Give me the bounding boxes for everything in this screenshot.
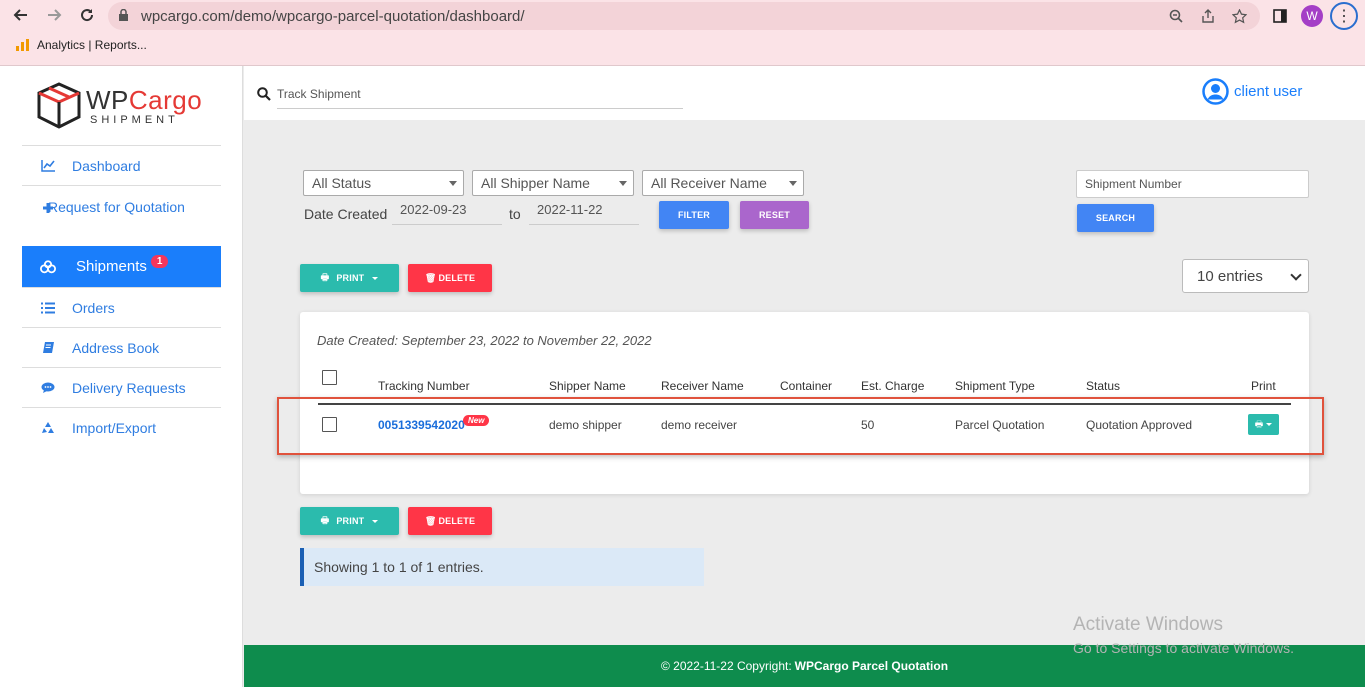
activate-windows-subtitle: Go to Settings to activate Windows. bbox=[1073, 640, 1294, 656]
book-icon bbox=[40, 340, 56, 356]
sidebar-item-shipments[interactable]: Shipments 1 bbox=[22, 246, 221, 287]
print-button-bottom[interactable]: 🖶 PRINT bbox=[300, 507, 399, 535]
table-caption: Date Created: September 23, 2022 to Nove… bbox=[317, 333, 652, 348]
tracking-number-link[interactable]: 0051339542020 bbox=[378, 418, 465, 432]
header-tracking-number[interactable]: Tracking Number bbox=[378, 379, 470, 393]
header-divider bbox=[318, 403, 1291, 405]
user-circle-icon bbox=[1202, 78, 1229, 105]
caret-down-icon bbox=[1266, 423, 1273, 426]
sidebar-item-address-book[interactable]: Address Book bbox=[22, 327, 221, 367]
share-icon[interactable] bbox=[1199, 7, 1217, 25]
delete-button-bottom[interactable]: 🗑 DELETE bbox=[408, 507, 492, 535]
recycle-icon bbox=[40, 420, 56, 436]
trash-icon: 🗑 bbox=[424, 515, 437, 526]
lock-icon bbox=[119, 9, 128, 21]
new-badge: New bbox=[463, 415, 490, 426]
header-container[interactable]: Container bbox=[780, 379, 832, 393]
sidebar-item-delivery-requests[interactable]: Delivery Requests bbox=[22, 367, 221, 407]
receiver-select[interactable]: All Receiver Name bbox=[642, 170, 804, 196]
caret-down-icon bbox=[372, 519, 379, 523]
caret-down-icon bbox=[372, 276, 379, 280]
footer-brand[interactable]: WPCargo Parcel Quotation bbox=[795, 659, 948, 673]
zoom-icon[interactable] bbox=[1167, 7, 1185, 25]
status-select[interactable]: All Status bbox=[303, 170, 464, 196]
select-all-checkbox[interactable] bbox=[322, 370, 337, 385]
sidebar-menu: Dashboard Request for Quotation Shipment… bbox=[22, 145, 221, 447]
date-from-input[interactable]: 2022-09-23 bbox=[392, 200, 502, 225]
trash-icon: 🗑 bbox=[424, 272, 437, 283]
date-created-label: Date Created bbox=[304, 206, 388, 222]
cubes-icon bbox=[40, 259, 56, 275]
cell-receiver: demo receiver bbox=[661, 418, 738, 432]
header-shipper-name[interactable]: Shipper Name bbox=[549, 379, 626, 393]
shipper-select[interactable]: All Shipper Name bbox=[472, 170, 634, 196]
menu-kebab-icon[interactable]: ⋮ bbox=[1330, 2, 1358, 30]
footer-copyright: © 2022-11-22 Copyright: bbox=[660, 659, 792, 673]
printer-icon: 🖶 bbox=[1254, 418, 1264, 429]
header-print: Print bbox=[1251, 379, 1276, 393]
sidebar: WPCargo SHIPMENT Dashboard Request for Q… bbox=[0, 66, 243, 687]
back-icon[interactable] bbox=[10, 4, 32, 26]
shipments-table-card: Date Created: September 23, 2022 to Nove… bbox=[300, 312, 1309, 494]
analytics-icon bbox=[16, 39, 29, 51]
row-checkbox[interactable] bbox=[322, 417, 337, 432]
box-logo-icon bbox=[37, 82, 81, 129]
star-icon[interactable] bbox=[1230, 7, 1248, 25]
header-receiver-name[interactable]: Receiver Name bbox=[661, 379, 744, 393]
sidebar-item-orders[interactable]: Orders bbox=[22, 287, 221, 327]
cell-status: Quotation Approved bbox=[1086, 418, 1193, 432]
sidebar-item-dashboard[interactable]: Dashboard bbox=[22, 145, 221, 185]
to-label: to bbox=[509, 206, 521, 222]
user-name: client user bbox=[1234, 83, 1303, 100]
chevron-down-icon bbox=[1290, 269, 1302, 281]
header-status[interactable]: Status bbox=[1086, 379, 1120, 393]
cell-shipper: demo shipper bbox=[549, 418, 622, 432]
search-icon bbox=[257, 87, 271, 101]
logo-wp: WP bbox=[86, 85, 129, 115]
entries-select[interactable]: 10 entries bbox=[1182, 259, 1309, 293]
header-est-charge[interactable]: Est. Charge bbox=[861, 379, 924, 393]
shipments-count-badge: 1 bbox=[150, 255, 169, 268]
printer-icon: 🖶 bbox=[320, 272, 330, 282]
line-chart-icon bbox=[40, 158, 56, 174]
wpcargo-logo[interactable]: WPCargo SHIPMENT bbox=[36, 81, 211, 131]
header-shipment-type[interactable]: Shipment Type bbox=[955, 379, 1035, 393]
caret-down-icon bbox=[449, 181, 457, 186]
logo-subtitle: SHIPMENT bbox=[90, 114, 179, 126]
bookmark-analytics[interactable]: Analytics | Reports... bbox=[16, 38, 147, 52]
row-print-button[interactable]: 🖶 bbox=[1248, 414, 1279, 435]
caret-down-icon bbox=[619, 181, 627, 186]
print-button-top[interactable]: 🖶 PRINT bbox=[300, 264, 399, 292]
filter-button[interactable]: FILTER bbox=[659, 201, 729, 229]
topbar: client user bbox=[244, 66, 1365, 120]
address-bar[interactable]: wpcargo.com/demo/wpcargo-parcel-quotatio… bbox=[108, 2, 1260, 30]
reload-icon[interactable] bbox=[76, 4, 98, 26]
sidebar-item-import-export[interactable]: Import/Export bbox=[22, 407, 221, 447]
sidebar-item-request-quotation[interactable]: Request for Quotation bbox=[22, 185, 221, 246]
user-menu[interactable]: client user bbox=[1202, 78, 1302, 105]
date-to-input[interactable]: 2022-11-22 bbox=[529, 200, 639, 225]
delete-button-top[interactable]: 🗑 DELETE bbox=[408, 264, 492, 292]
url-text: wpcargo.com/demo/wpcargo-parcel-quotatio… bbox=[141, 8, 525, 25]
reset-button[interactable]: RESET bbox=[740, 201, 809, 229]
logo-cargo: Cargo bbox=[128, 85, 203, 115]
cell-charge: 50 bbox=[861, 418, 875, 432]
list-icon bbox=[40, 300, 56, 316]
sidepanel-icon[interactable] bbox=[1269, 5, 1291, 27]
forward-icon[interactable] bbox=[43, 4, 65, 26]
shipment-number-input[interactable]: Shipment Number bbox=[1076, 170, 1309, 198]
entries-info: Showing 1 to 1 of 1 entries. bbox=[300, 548, 704, 586]
caret-down-icon bbox=[789, 181, 797, 186]
printer-icon: 🖶 bbox=[320, 515, 330, 525]
chat-icon bbox=[40, 380, 56, 396]
activate-windows-title: Activate Windows bbox=[1073, 614, 1223, 635]
search-button[interactable]: SEARCH bbox=[1077, 204, 1154, 232]
profile-avatar[interactable]: W bbox=[1301, 5, 1323, 27]
browser-chrome: wpcargo.com/demo/wpcargo-parcel-quotatio… bbox=[0, 0, 1365, 66]
cell-shipment-type: Parcel Quotation bbox=[955, 418, 1045, 432]
track-shipment-input[interactable] bbox=[277, 80, 683, 109]
